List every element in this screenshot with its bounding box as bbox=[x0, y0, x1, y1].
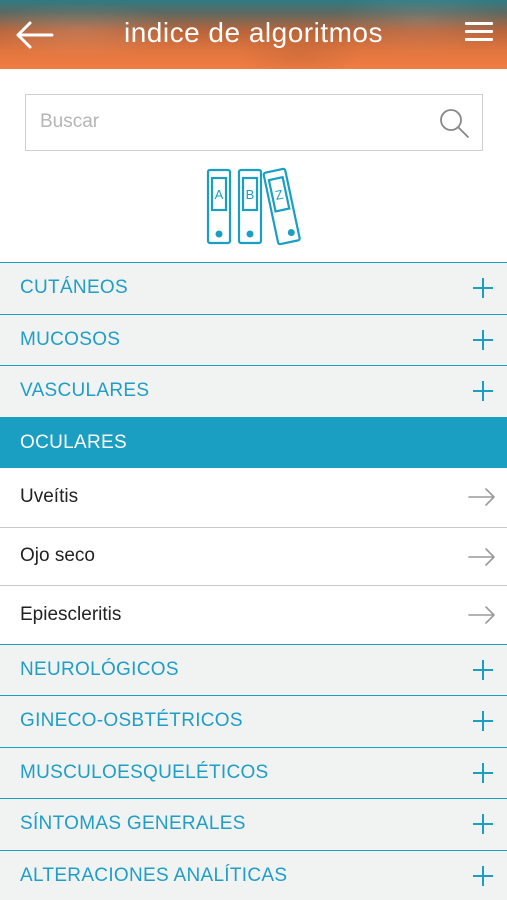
plus-icon bbox=[473, 711, 493, 731]
category-neurologicos[interactable]: NEUROLÓGICOS bbox=[0, 643, 507, 695]
arrow-right-icon bbox=[468, 606, 495, 624]
binder-label-a: A bbox=[215, 187, 224, 202]
binders-illustration-icon: A B Z bbox=[206, 167, 301, 246]
category-label: NEUROLÓGICOS bbox=[20, 658, 179, 680]
category-label: GINECO-OSBTÉTRICOS bbox=[20, 710, 243, 732]
category-label: MUCOSOS bbox=[20, 328, 121, 350]
app-header: indice de algoritmos bbox=[0, 0, 507, 69]
category-label: ALTERACIONES ANALÍTICAS bbox=[20, 864, 288, 886]
subitem-label: Ojo seco bbox=[20, 545, 95, 567]
subitem-epiescleritis[interactable]: Epiescleritis bbox=[0, 585, 507, 644]
binder-label-z: Z bbox=[274, 187, 285, 203]
category-label: OCULARES bbox=[20, 431, 127, 453]
category-vasculares[interactable]: VASCULARES bbox=[0, 365, 507, 417]
category-musculoesqueleticos[interactable]: MUSCULOESQUELÉTICOS bbox=[0, 746, 507, 798]
search-box bbox=[25, 94, 483, 151]
plus-icon bbox=[473, 865, 493, 886]
plus-icon bbox=[473, 278, 493, 298]
category-label: CUTÁNEOS bbox=[20, 277, 128, 299]
plus-icon bbox=[473, 659, 493, 680]
subitem-label: Epiescleritis bbox=[20, 603, 122, 625]
category-alteraciones-analiticas[interactable]: ALTERACIONES ANALÍTICAS bbox=[0, 849, 507, 900]
hamburger-icon bbox=[465, 22, 493, 25]
category-label: MUSCULOESQUELÉTICOS bbox=[20, 761, 269, 783]
page-title: indice de algoritmos bbox=[123, 17, 384, 48]
menu-button[interactable] bbox=[465, 22, 493, 48]
binder-label-b: B bbox=[246, 187, 255, 202]
category-mucosos[interactable]: MUCOSOS bbox=[0, 313, 507, 365]
subitem-label: Uveítis bbox=[20, 486, 79, 508]
category-label: SÍNTOMAS GENERALES bbox=[20, 813, 246, 835]
arrow-right-icon bbox=[468, 547, 495, 566]
category-cutaneos[interactable]: CUTÁNEOS bbox=[0, 262, 507, 314]
plus-icon bbox=[473, 381, 493, 401]
plus-icon bbox=[473, 814, 493, 834]
plus-icon bbox=[473, 762, 493, 783]
category-oculares[interactable]: OCULARES bbox=[0, 416, 507, 468]
category-list: CUTÁNEOS MUCOSOS VASCULARES OCULARES Uve… bbox=[0, 262, 507, 900]
subitem-uveitis[interactable]: Uveítis bbox=[0, 468, 507, 527]
category-label: VASCULARES bbox=[20, 380, 150, 402]
plus-icon bbox=[473, 329, 493, 350]
subitem-ojo-seco[interactable]: Ojo seco bbox=[0, 526, 507, 585]
search-input[interactable] bbox=[40, 95, 420, 149]
category-sintomas-generales[interactable]: SÍNTOMAS GENERALES bbox=[0, 798, 507, 850]
category-gineco-obstetricos[interactable]: GINECO-OSBTÉTRICOS bbox=[0, 695, 507, 747]
magnifier-icon[interactable] bbox=[438, 107, 470, 139]
arrow-right-icon bbox=[468, 488, 495, 506]
